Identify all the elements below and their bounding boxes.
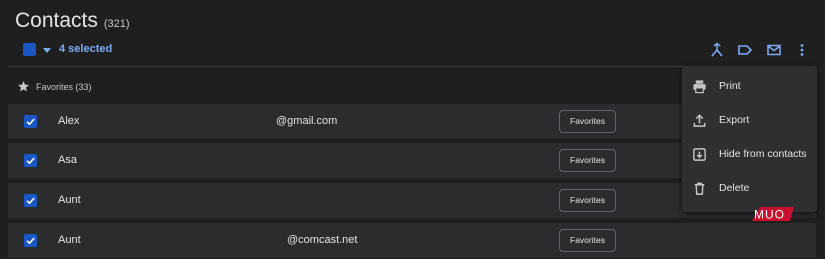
more-actions-menu: Print Export Hide from contacts Delete: [682, 66, 817, 212]
more-vert-icon[interactable]: [794, 42, 810, 58]
contact-count: (321): [103, 18, 130, 30]
menu-item-print[interactable]: Print: [682, 70, 817, 104]
favorites-section-header: Favorites (33): [17, 80, 92, 93]
table-row[interactable]: Aunt @comcast.net Favorites: [8, 223, 816, 258]
menu-item-export[interactable]: Export: [682, 104, 817, 138]
star-icon: [17, 80, 30, 93]
muo-logo: MUO: [748, 205, 794, 223]
row-checkbox[interactable]: [24, 154, 37, 167]
page-header: Contacts (321): [15, 9, 130, 33]
menu-item-label: Print: [719, 80, 741, 92]
selected-count-label: 4 selected: [59, 43, 113, 55]
email-icon[interactable]: [766, 42, 782, 58]
page-title: Contacts: [15, 9, 98, 32]
label-chip[interactable]: Favorites: [559, 149, 616, 172]
selection-toolbar: 4 selected: [0, 40, 825, 62]
select-menu-chevron-icon[interactable]: [43, 48, 51, 53]
row-checkbox[interactable]: [24, 115, 37, 128]
contact-name: Alex: [58, 115, 80, 127]
menu-item-hide-from-contacts[interactable]: Hide from contacts: [682, 138, 817, 172]
contact-name: Asa: [58, 154, 77, 166]
label-chip[interactable]: Favorites: [559, 229, 616, 252]
contact-email: @gmail.com: [276, 115, 338, 127]
upload-icon: [693, 114, 706, 127]
row-checkbox[interactable]: [24, 234, 37, 247]
contact-name: Aunt: [58, 194, 81, 206]
menu-item-label: Delete: [719, 182, 750, 194]
hide-icon: [693, 148, 706, 161]
contact-email: @comcast.net: [287, 234, 358, 246]
svg-text:MUO: MUO: [754, 208, 785, 222]
contact-name: Aunt: [58, 234, 81, 246]
menu-item-delete[interactable]: Delete: [682, 172, 817, 206]
merge-icon[interactable]: [709, 42, 725, 58]
label-chip[interactable]: Favorites: [559, 110, 616, 133]
menu-item-label: Export: [719, 114, 750, 126]
select-all-checkbox[interactable]: [23, 43, 36, 56]
favorites-label: Favorites (33): [36, 81, 92, 92]
trash-icon: [694, 182, 705, 195]
print-icon: [693, 80, 706, 94]
label-chip[interactable]: Favorites: [559, 189, 616, 212]
menu-item-label: Hide from contacts: [719, 148, 807, 160]
label-icon[interactable]: [737, 42, 753, 58]
row-checkbox[interactable]: [24, 194, 37, 207]
